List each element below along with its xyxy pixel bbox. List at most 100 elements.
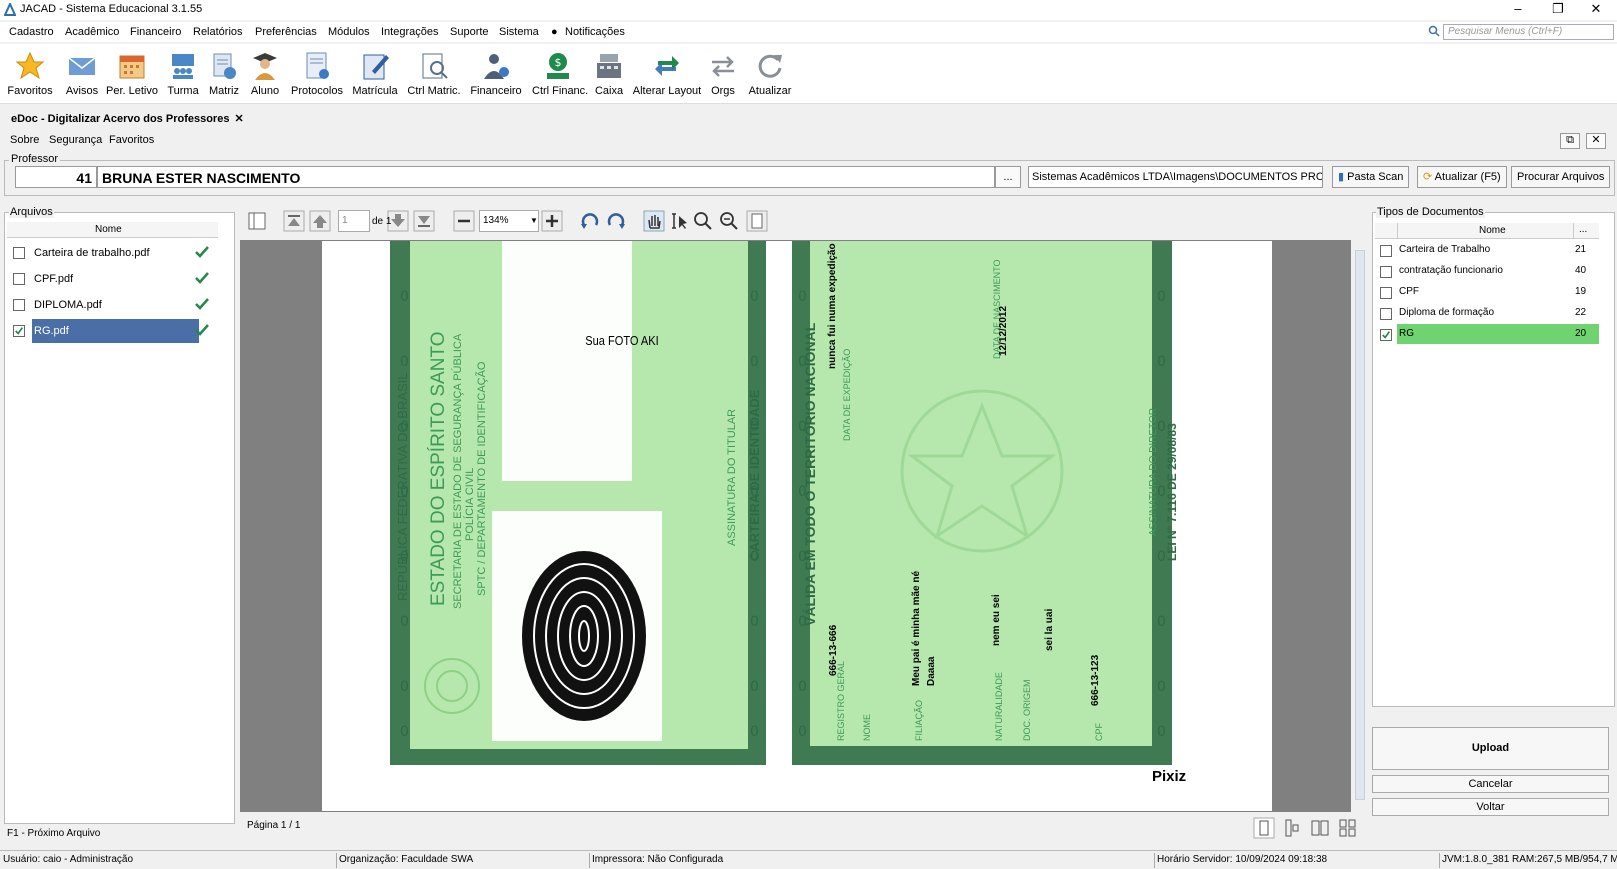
matricula-button[interactable]: Matrícula <box>350 44 400 102</box>
rotate-right-icon[interactable] <box>605 210 627 232</box>
tipo-checkbox[interactable] <box>1380 266 1392 278</box>
ctrl-financ-button[interactable]: $ Ctrl Financ. <box>532 44 588 102</box>
page-count-label: de 1 <box>372 216 392 227</box>
fingerprint-image <box>522 551 646 721</box>
file-row[interactable]: DIPLOMA.pdf <box>7 292 218 318</box>
file-checkbox[interactable] <box>13 247 25 259</box>
last-page-icon[interactable] <box>413 210 435 232</box>
status-horario: Horário Servidor: 10/09/2024 09:18:38 <box>1157 854 1328 865</box>
facing-pages-icon[interactable] <box>1309 817 1331 839</box>
hand-tool-icon[interactable] <box>643 210 665 232</box>
matriz-button[interactable]: Matriz <box>206 44 242 102</box>
search-icon <box>1428 25 1440 37</box>
caixa-button[interactable]: Caixa <box>592 44 626 102</box>
menu-cadastro[interactable]: Cadastro <box>9 26 54 38</box>
procurar-arquivos-button[interactable]: Procurar Arquivos <box>1511 166 1611 188</box>
single-page-icon[interactable] <box>1253 817 1275 839</box>
rotate-left-icon[interactable] <box>579 210 601 232</box>
per-letivo-button[interactable]: Per. Letivo <box>106 44 158 102</box>
svg-text:0: 0 <box>750 614 759 630</box>
arquivos-legend: Arquivos <box>9 206 54 218</box>
tipo-row[interactable]: Carteira de Trabalho 21 <box>1375 240 1599 261</box>
close-window-button[interactable]: ✕ <box>1578 0 1614 20</box>
dynamic-zoom-icon[interactable] <box>718 210 740 232</box>
tipo-checkbox[interactable] <box>1380 245 1392 257</box>
tipo-row[interactable]: Diploma de formação 22 <box>1375 303 1599 324</box>
submenu-favoritos[interactable]: Favoritos <box>109 134 154 146</box>
menu-financeiro[interactable]: Financeiro <box>130 26 181 38</box>
menu-notificacoes[interactable]: Notificações <box>565 26 625 38</box>
menu-preferencias[interactable]: Preferências <box>255 26 317 38</box>
viewer-scrollbar[interactable] <box>1354 240 1366 812</box>
favoritos-button[interactable]: Favoritos <box>5 44 55 102</box>
tipo-checkbox-checked[interactable] <box>1380 329 1392 341</box>
page-number-input[interactable]: 1 <box>338 210 370 232</box>
avisos-button[interactable]: Avisos <box>60 44 104 102</box>
file-checkbox[interactable] <box>13 299 25 311</box>
file-row-selected[interactable]: RG.pdf <box>7 318 218 344</box>
pasta-scan-button[interactable]: ▮ Pasta Scan <box>1332 166 1410 188</box>
minimize-button[interactable]: – <box>1500 0 1536 20</box>
check-icon <box>195 298 209 310</box>
tipo-checkbox[interactable] <box>1380 308 1392 320</box>
menu-bar: Cadastro Acadêmico Financeiro Relatórios… <box>0 22 1617 42</box>
file-row[interactable]: Carteira de trabalho.pdf <box>7 240 218 266</box>
file-row[interactable]: CPF.pdf <box>7 266 218 292</box>
bell-icon: ● <box>551 26 558 38</box>
menu-modulos[interactable]: Módulos <box>328 26 370 38</box>
professor-name-field[interactable]: BRUNA ESTER NASCIMENTO <box>97 166 995 188</box>
scrollbar-thumb[interactable] <box>1355 250 1365 800</box>
menu-relatorios[interactable]: Relatórios <box>193 26 243 38</box>
alterar-layout-button[interactable]: Alterar Layout <box>632 44 702 102</box>
chevron-down-icon[interactable]: ▼ <box>529 211 539 231</box>
close-panel-icon[interactable]: ✕ <box>1586 133 1606 149</box>
orgs-button[interactable]: Orgs <box>706 44 740 102</box>
svg-text:0: 0 <box>1157 614 1166 630</box>
ctrl-matric-button[interactable]: Ctrl Matric. <box>406 44 462 102</box>
voltar-button[interactable]: Voltar <box>1372 798 1609 816</box>
menu-suporte[interactable]: Suporte <box>450 26 489 38</box>
file-checkbox[interactable] <box>13 273 25 285</box>
title-bar: JACAD - Sistema Educacional 3.1.55 – ❐ ✕ <box>0 0 1617 20</box>
financeiro-button[interactable]: Financeiro <box>470 44 522 102</box>
zoom-area-icon[interactable] <box>692 210 714 232</box>
svg-text:0: 0 <box>798 289 807 305</box>
menu-academico[interactable]: Acadêmico <box>65 26 119 38</box>
protocolos-button[interactable]: Protocolos <box>290 44 344 102</box>
doc-text-naturalidade: nem eu sei <box>991 594 1002 646</box>
maximize-button[interactable]: ❐ <box>1540 0 1576 20</box>
first-page-icon[interactable] <box>283 210 305 232</box>
zoom-in-icon[interactable] <box>541 210 563 232</box>
upload-button[interactable]: Upload <box>1372 727 1609 770</box>
doc-text-origem-lbl: DOC. ORIGEM <box>1022 679 1032 741</box>
submenu-sobre[interactable]: Sobre <box>10 134 39 146</box>
turma-button[interactable]: Turma <box>162 44 204 102</box>
scan-path-field[interactable]: Sistemas Acadêmicos LTDA\Imagens\DOCUMEN… <box>1028 166 1323 188</box>
tipo-row[interactable]: contratação funcionario 40 <box>1375 261 1599 282</box>
id-card-scan: 0 0 0 0 0 0 0 0 0 0 0 0 0 0 0 0 Sua FOTO AKI REPÚBLI… <box>390 241 1186 785</box>
aluno-button[interactable]: Aluno <box>247 44 283 102</box>
continuous-facing-icon[interactable] <box>1337 817 1359 839</box>
atualizar-button[interactable]: Atualizar <box>746 44 794 102</box>
menu-sistema[interactable]: Sistema <box>499 26 539 38</box>
professor-lookup-button[interactable]: ... <box>995 166 1021 188</box>
previous-page-icon[interactable] <box>309 210 331 232</box>
professor-id-field[interactable]: 41 <box>15 166 97 188</box>
sidebar-toggle-icon[interactable] <box>246 210 268 232</box>
close-tab-icon[interactable]: ✕ <box>234 113 243 125</box>
tab-edoc[interactable]: eDoc - Digitalizar Acervo dos Professore… <box>4 110 251 129</box>
detach-icon[interactable]: ⧉ <box>1560 133 1580 149</box>
menu-integracoes[interactable]: Integrações <box>381 26 438 38</box>
file-checkbox-checked[interactable] <box>13 325 25 337</box>
zoom-out-icon[interactable] <box>453 210 475 232</box>
page-view-icon[interactable] <box>746 210 768 232</box>
cancelar-button[interactable]: Cancelar <box>1372 775 1609 793</box>
tipo-checkbox[interactable] <box>1380 287 1392 299</box>
submenu-seguranca[interactable]: Segurança <box>49 134 102 146</box>
continuous-page-icon[interactable] <box>1281 817 1303 839</box>
tipo-row-selected[interactable]: RG 20 <box>1375 324 1599 345</box>
atualizar-f5-button[interactable]: ⟳ Atualizar (F5) <box>1417 166 1507 188</box>
select-text-icon[interactable] <box>668 210 690 232</box>
menu-search-input[interactable]: Pesquisar Menus (Ctrl+F) <box>1443 24 1614 40</box>
tipo-row[interactable]: CPF 19 <box>1375 282 1599 303</box>
